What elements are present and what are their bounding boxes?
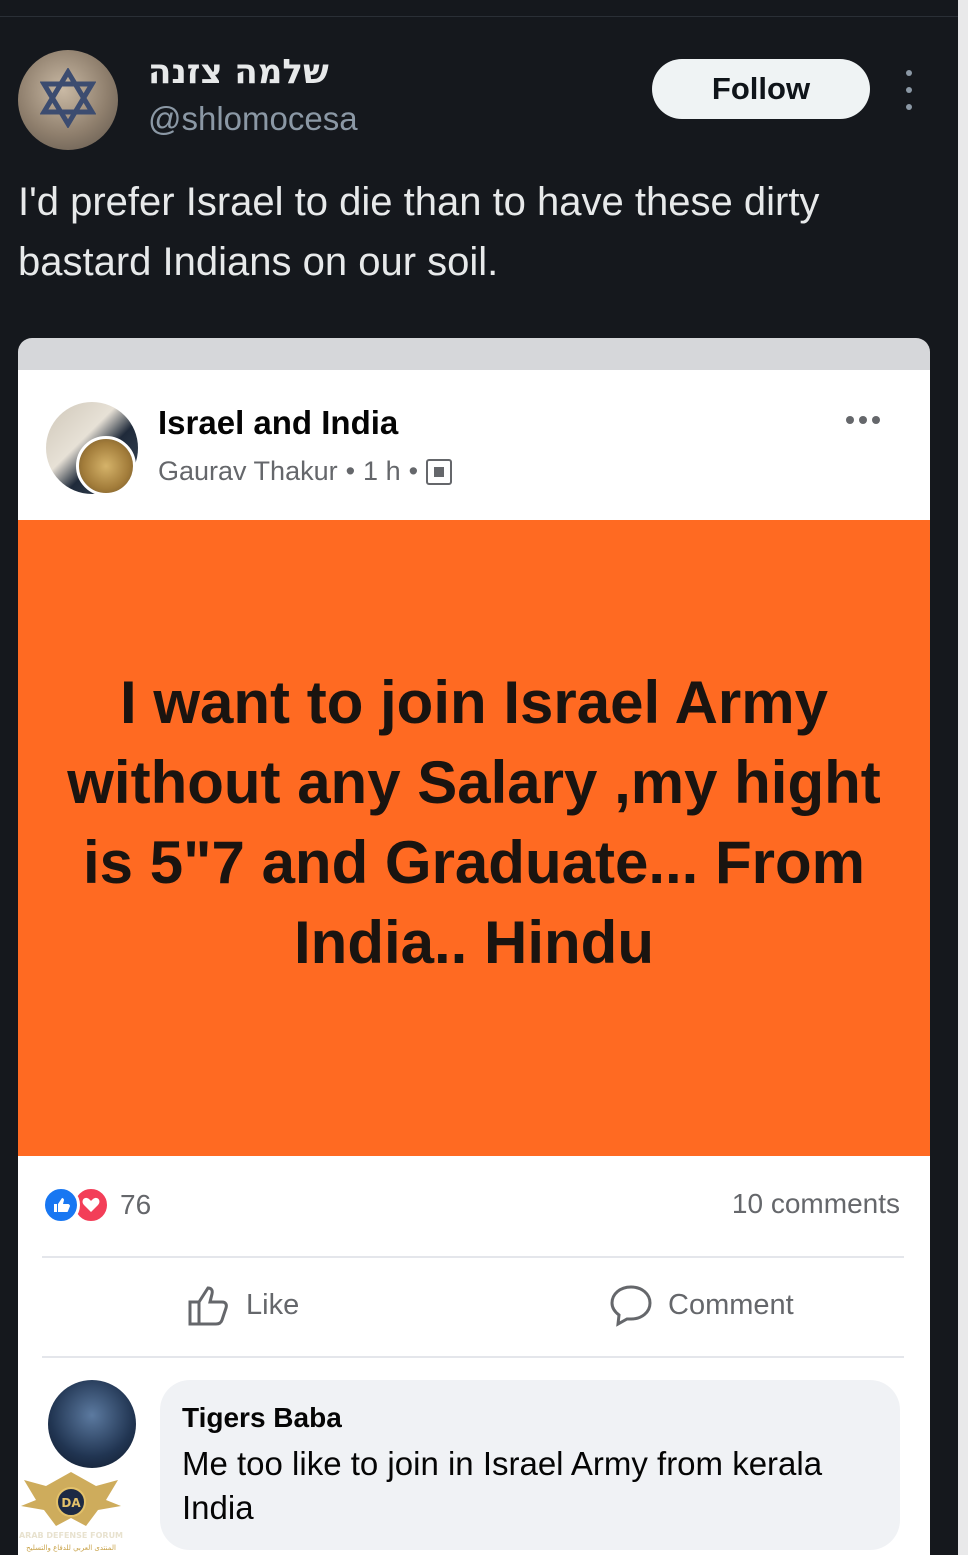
meta-separator: • — [345, 456, 356, 486]
svg-text:ARAB DEFENSE FORUM: ARAB DEFENSE FORUM — [19, 1531, 123, 1540]
commenter-avatar — [48, 1380, 136, 1468]
arab-defense-forum-logo: DA ARAB DEFENSE FORUM المنتدى العربي للد… — [19, 1472, 123, 1552]
author-avatar — [76, 436, 136, 496]
user-avatar[interactable] — [18, 50, 118, 150]
comments-count: 10 comments — [731, 1188, 900, 1219]
meta-separator: • — [408, 456, 419, 486]
comment-button: Comment — [608, 1282, 794, 1328]
facebook-post-card[interactable]: Israel and India Gaurav Thakur • 1 h • I… — [18, 370, 930, 1555]
post-image: I want to join Israel Army without any S… — [18, 520, 930, 1156]
comment-text: Me too like to join in Israel Army from … — [182, 1445, 823, 1526]
comment-bubble: Tigers Baba Me too like to join in Israe… — [160, 1380, 900, 1550]
like-reaction-icon — [42, 1186, 80, 1224]
post-meta: Gaurav Thakur • 1 h • — [158, 456, 453, 487]
comment-icon — [610, 1285, 652, 1327]
tweet-text: I'd prefer Israel to die than to have th… — [18, 180, 820, 284]
right-edge — [958, 0, 968, 1555]
like-label: Like — [246, 1288, 300, 1321]
divider — [42, 1256, 904, 1258]
commenter-name: Tigers Baba — [182, 1402, 342, 1433]
display-name[interactable]: שלמה צזנה — [148, 52, 329, 92]
post-time: 1 h — [363, 456, 401, 486]
more-options-icon[interactable] — [898, 70, 920, 110]
privacy-icon — [426, 458, 453, 485]
thumbs-up-icon — [188, 1286, 228, 1326]
reactions-summary: 76 — [42, 1186, 151, 1224]
svg-text:DA: DA — [61, 1496, 81, 1510]
star-of-david-icon — [40, 68, 96, 128]
comment-label: Comment — [668, 1288, 794, 1321]
post-more-icon — [846, 416, 880, 424]
top-divider — [0, 16, 968, 17]
svg-text:المنتدى العربي للدفاع والتسليح: المنتدى العربي للدفاع والتسليح — [26, 1544, 116, 1552]
post-author: Gaurav Thakur — [158, 456, 338, 486]
follow-button[interactable]: Follow — [652, 59, 870, 119]
post-image-text: I want to join Israel Army without any S… — [67, 669, 881, 976]
reaction-count: 76 — [120, 1189, 152, 1220]
divider — [42, 1356, 904, 1358]
user-handle[interactable]: @shlomocesa — [148, 100, 358, 138]
like-button: Like — [186, 1282, 299, 1328]
group-name: Israel and India — [158, 404, 399, 441]
